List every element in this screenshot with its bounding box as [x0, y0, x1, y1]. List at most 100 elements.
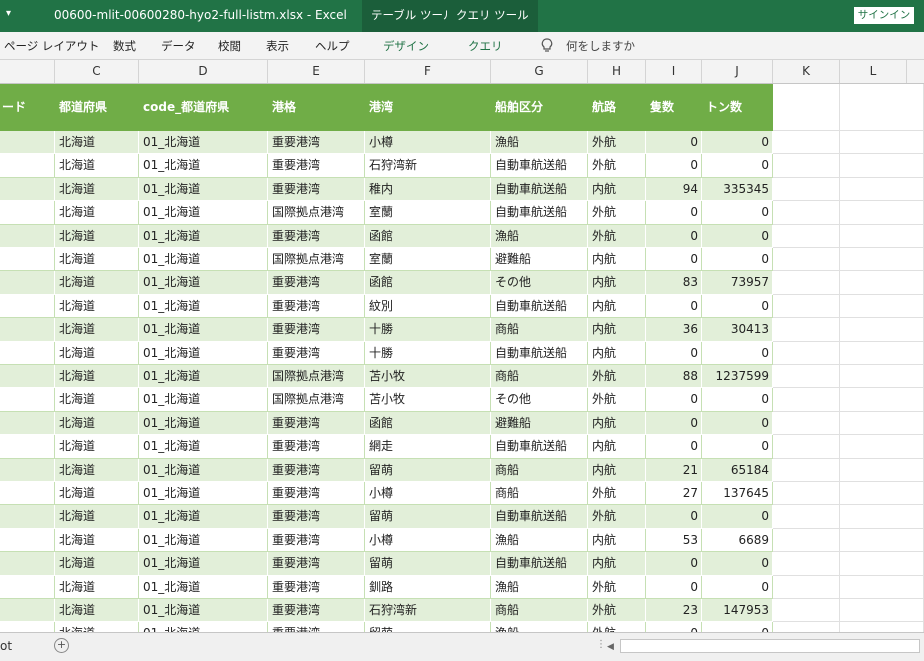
table-cell[interactable]: 商船 — [491, 599, 588, 623]
table-cell[interactable]: 0 — [646, 341, 702, 365]
column-header-g[interactable]: G — [491, 60, 588, 83]
table-cell[interactable]: 北海道 — [55, 435, 139, 459]
empty-cell[interactable] — [773, 248, 840, 272]
table-cell[interactable] — [0, 224, 55, 248]
table-cell[interactable] — [0, 458, 55, 482]
table-cell[interactable]: 自動車航送船 — [491, 201, 588, 225]
empty-cell[interactable] — [773, 271, 840, 295]
table-cell[interactable] — [0, 528, 55, 553]
empty-cell[interactable] — [840, 154, 924, 178]
table-cell[interactable]: 北海道 — [55, 177, 139, 202]
table-cell[interactable]: 01_北海道 — [139, 131, 268, 155]
table-cell[interactable]: 外航 — [588, 575, 646, 599]
table-cell[interactable]: 88 — [646, 365, 702, 389]
table-cell[interactable]: 稚内 — [365, 177, 491, 202]
empty-cell[interactable] — [773, 388, 840, 412]
table-cell[interactable]: 北海道 — [55, 365, 139, 389]
table-cell[interactable]: 重要港湾 — [268, 271, 365, 295]
empty-cell[interactable] — [773, 154, 840, 178]
table-cell[interactable]: 0 — [646, 552, 702, 576]
table-cell[interactable]: 01_北海道 — [139, 599, 268, 623]
table-cell[interactable]: 外航 — [588, 201, 646, 225]
column-header-j[interactable]: J — [702, 60, 773, 83]
table-cell[interactable]: 商船 — [491, 318, 588, 342]
empty-cell[interactable] — [840, 318, 924, 342]
table-cell[interactable]: 自動車航送船 — [491, 341, 588, 365]
tell-me-search[interactable]: 何をしますか — [566, 38, 635, 54]
table-cell[interactable]: 北海道 — [55, 248, 139, 272]
table-cell[interactable]: 0 — [646, 201, 702, 225]
table-cell[interactable]: 0 — [702, 505, 773, 529]
table-cell[interactable]: 留萌 — [365, 458, 491, 482]
table-cell[interactable]: 北海道 — [55, 294, 139, 319]
table-cell[interactable]: 0 — [702, 294, 773, 319]
table-cell[interactable] — [0, 435, 55, 459]
table-cell[interactable]: 商船 — [491, 458, 588, 482]
table-cell[interactable]: 重要港湾 — [268, 458, 365, 482]
table-cell[interactable]: 73957 — [702, 271, 773, 295]
table-cell[interactable] — [0, 482, 55, 506]
table-cell[interactable]: 01_北海道 — [139, 505, 268, 529]
table-cell[interactable]: 北海道 — [55, 201, 139, 225]
column-header-f[interactable]: F — [365, 60, 491, 83]
table-cell[interactable]: 自動車航送船 — [491, 552, 588, 576]
table-cell[interactable] — [0, 622, 55, 632]
table-cell[interactable]: 商船 — [491, 365, 588, 389]
table-cell[interactable]: 小樽 — [365, 131, 491, 155]
tab-help[interactable]: ヘルプ — [315, 38, 350, 54]
tab-page-layout[interactable]: ページ レイアウト — [4, 38, 99, 54]
table-cell[interactable]: 0 — [702, 248, 773, 272]
empty-cell[interactable] — [773, 458, 840, 482]
table-cell[interactable]: 01_北海道 — [139, 224, 268, 248]
table-cell[interactable]: 0 — [646, 411, 702, 436]
table-cell[interactable]: 外航 — [588, 224, 646, 248]
table-cell[interactable]: 0 — [646, 575, 702, 599]
table-cell[interactable]: 外航 — [588, 622, 646, 632]
table-cell[interactable]: 北海道 — [55, 154, 139, 178]
table-cell[interactable]: 01_北海道 — [139, 482, 268, 506]
table-cell[interactable]: 0 — [702, 341, 773, 365]
table-cell[interactable]: 重要港湾 — [268, 154, 365, 178]
table-cell[interactable]: 国際拠点港湾 — [268, 365, 365, 389]
table-cell[interactable]: 01_北海道 — [139, 271, 268, 295]
table-cell[interactable]: 留萌 — [365, 505, 491, 529]
empty-cell[interactable] — [840, 248, 924, 272]
empty-cell[interactable] — [773, 131, 840, 155]
table-cell[interactable]: 外航 — [588, 131, 646, 155]
table-cell[interactable]: 0 — [702, 411, 773, 436]
sheet-tab[interactable]: ot — [0, 639, 12, 653]
table-cell[interactable]: 1237599 — [702, 365, 773, 389]
table-cell[interactable]: 01_北海道 — [139, 552, 268, 576]
empty-cell[interactable] — [840, 131, 924, 155]
table-cell[interactable]: 外航 — [588, 365, 646, 389]
table-cell[interactable]: 北海道 — [55, 271, 139, 295]
table-cell[interactable]: 北海道 — [55, 131, 139, 155]
table-cell[interactable]: 苫小牧 — [365, 365, 491, 389]
header-cell-tonnage[interactable]: トン数 — [702, 84, 773, 131]
table-cell[interactable] — [0, 177, 55, 202]
header-cell-route[interactable]: 航路 — [588, 84, 646, 131]
column-header-h[interactable]: H — [588, 60, 646, 83]
table-cell[interactable]: 335345 — [702, 177, 773, 202]
table-cell[interactable]: 十勝 — [365, 318, 491, 342]
empty-cell[interactable] — [773, 599, 840, 623]
empty-cell[interactable] — [773, 84, 840, 131]
table-cell[interactable]: 83 — [646, 271, 702, 295]
table-cell[interactable]: 重要港湾 — [268, 505, 365, 529]
table-cell[interactable]: 21 — [646, 458, 702, 482]
column-header-i[interactable]: I — [646, 60, 702, 83]
table-cell[interactable] — [0, 388, 55, 412]
empty-cell[interactable] — [773, 341, 840, 365]
table-cell[interactable]: 自動車航送船 — [491, 154, 588, 178]
table-cell[interactable]: 紋別 — [365, 294, 491, 319]
header-cell-prefecture[interactable]: 都道府県 — [55, 84, 139, 131]
table-cell[interactable]: 外航 — [588, 599, 646, 623]
empty-cell[interactable] — [773, 201, 840, 225]
table-cell[interactable]: 内航 — [588, 341, 646, 365]
empty-cell[interactable] — [773, 294, 840, 319]
table-cell[interactable] — [0, 552, 55, 576]
column-header-c[interactable]: C — [55, 60, 139, 83]
table-cell[interactable]: 北海道 — [55, 599, 139, 623]
empty-cell[interactable] — [773, 365, 840, 389]
empty-cell[interactable] — [773, 318, 840, 342]
